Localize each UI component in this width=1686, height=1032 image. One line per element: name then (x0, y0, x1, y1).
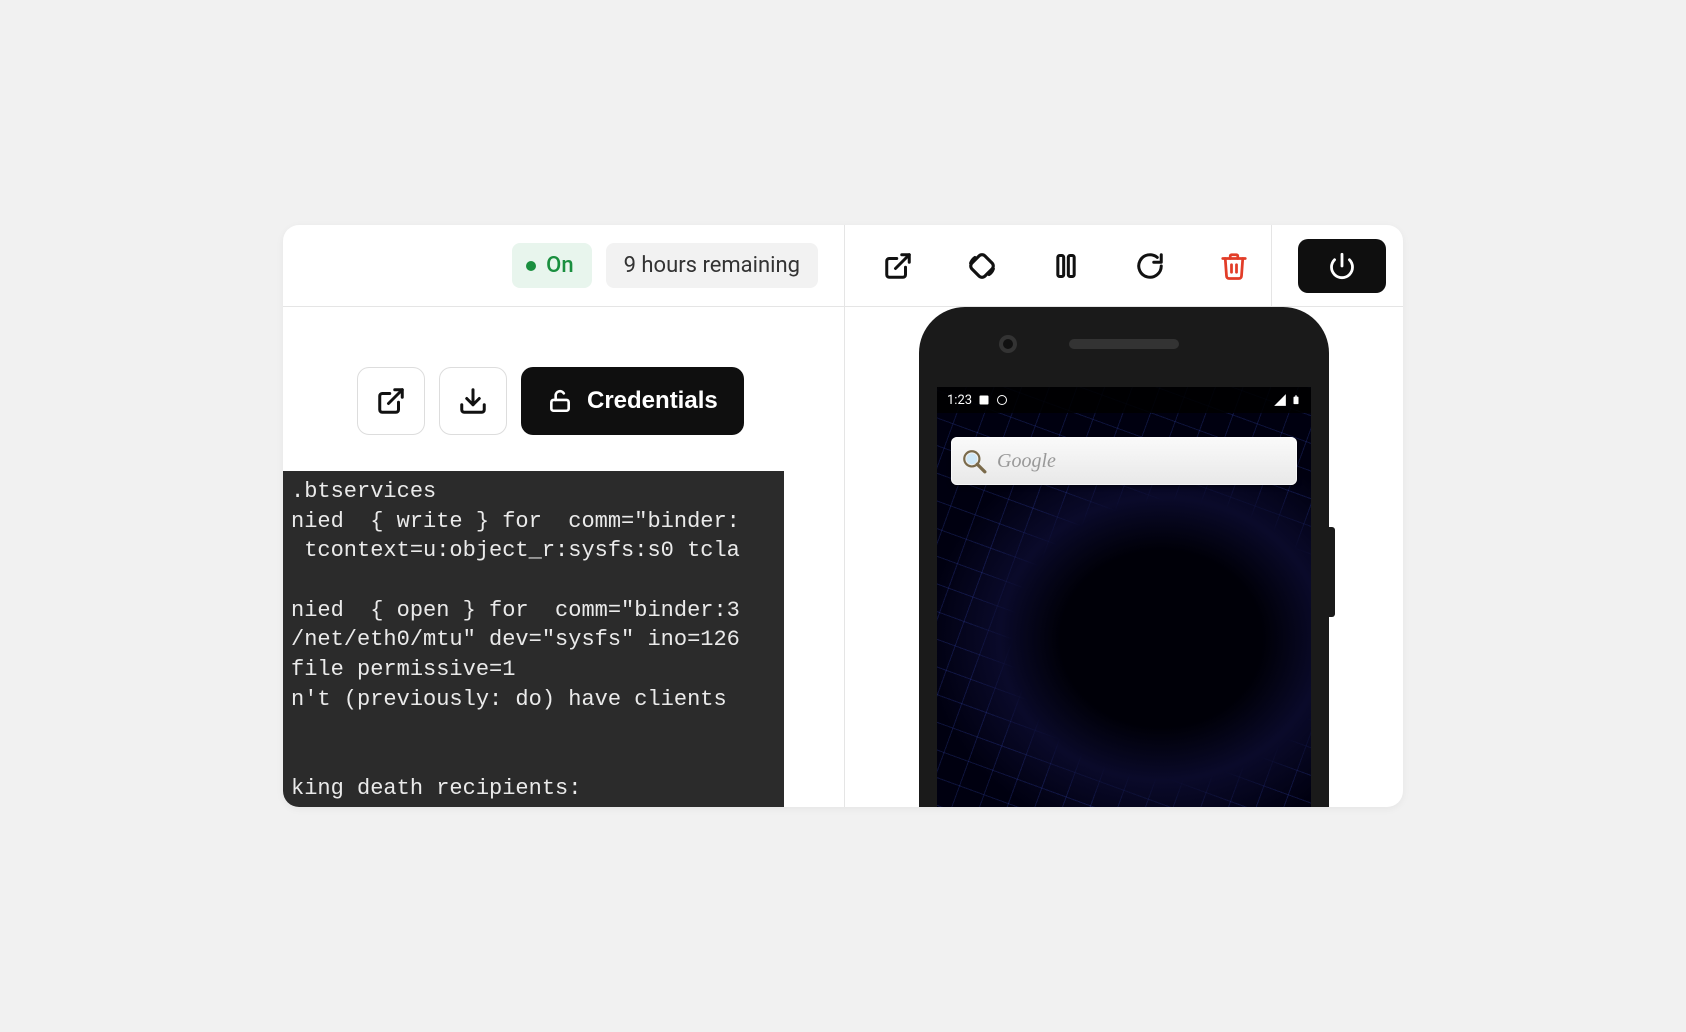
pause-icon (1052, 252, 1080, 280)
status-label: On (546, 253, 573, 278)
notification-icon (978, 394, 990, 406)
device-preview-panel: 1:23 Google (845, 307, 1403, 807)
credentials-button[interactable]: Credentials (521, 367, 744, 435)
status-dot-icon (526, 261, 536, 271)
download-button[interactable] (439, 367, 507, 435)
status-pill: On (512, 243, 591, 288)
body: Credentials .btservices nied { write } f… (283, 307, 1403, 807)
clock-text: 1:23 (947, 393, 972, 408)
pause-button[interactable] (1039, 239, 1093, 293)
app-card: On 9 hours remaining (283, 225, 1403, 807)
status-bar-left: 1:23 (947, 393, 1008, 408)
search-placeholder: Google (997, 450, 1056, 473)
terminal-output[interactable]: .btservices nied { write } for comm="bin… (283, 471, 784, 807)
device-actions (871, 239, 1261, 293)
top-bar: On 9 hours remaining (283, 225, 1403, 307)
refresh-icon (1135, 251, 1165, 281)
phone-speaker (1069, 339, 1179, 349)
google-search-widget[interactable]: Google (951, 437, 1297, 485)
rotate-icon (965, 249, 999, 283)
search-icon (961, 448, 987, 474)
open-external-secondary-button[interactable] (357, 367, 425, 435)
android-status-bar: 1:23 (937, 387, 1311, 413)
phone-screen[interactable]: 1:23 Google (937, 387, 1311, 807)
left-panel: Credentials .btservices nied { write } f… (283, 307, 845, 807)
top-bar-divider (1271, 225, 1272, 307)
refresh-button[interactable] (1123, 239, 1177, 293)
open-external-icon (376, 386, 406, 416)
phone-camera (999, 335, 1017, 353)
delete-button[interactable] (1207, 239, 1261, 293)
phone-mock: 1:23 Google (919, 307, 1329, 807)
power-button[interactable] (1298, 239, 1386, 293)
rotate-device-button[interactable] (955, 239, 1009, 293)
phone-side-button (1329, 527, 1335, 617)
top-bar-left: On 9 hours remaining (283, 225, 845, 306)
power-icon (1328, 252, 1356, 280)
open-external-icon (883, 251, 913, 281)
credentials-label: Credentials (587, 387, 718, 415)
time-remaining-text: 9 hours remaining (624, 253, 800, 278)
battery-icon (1291, 393, 1301, 407)
trash-icon (1219, 251, 1249, 281)
status-bar-right (1273, 393, 1301, 407)
download-icon (458, 386, 488, 416)
signal-icon (1273, 393, 1287, 407)
unlock-icon (547, 388, 573, 414)
notification-icon (996, 394, 1008, 406)
left-toolbar: Credentials (283, 307, 844, 471)
time-remaining-pill: 9 hours remaining (606, 243, 818, 288)
top-bar-right (845, 225, 1403, 306)
open-external-button[interactable] (871, 239, 925, 293)
